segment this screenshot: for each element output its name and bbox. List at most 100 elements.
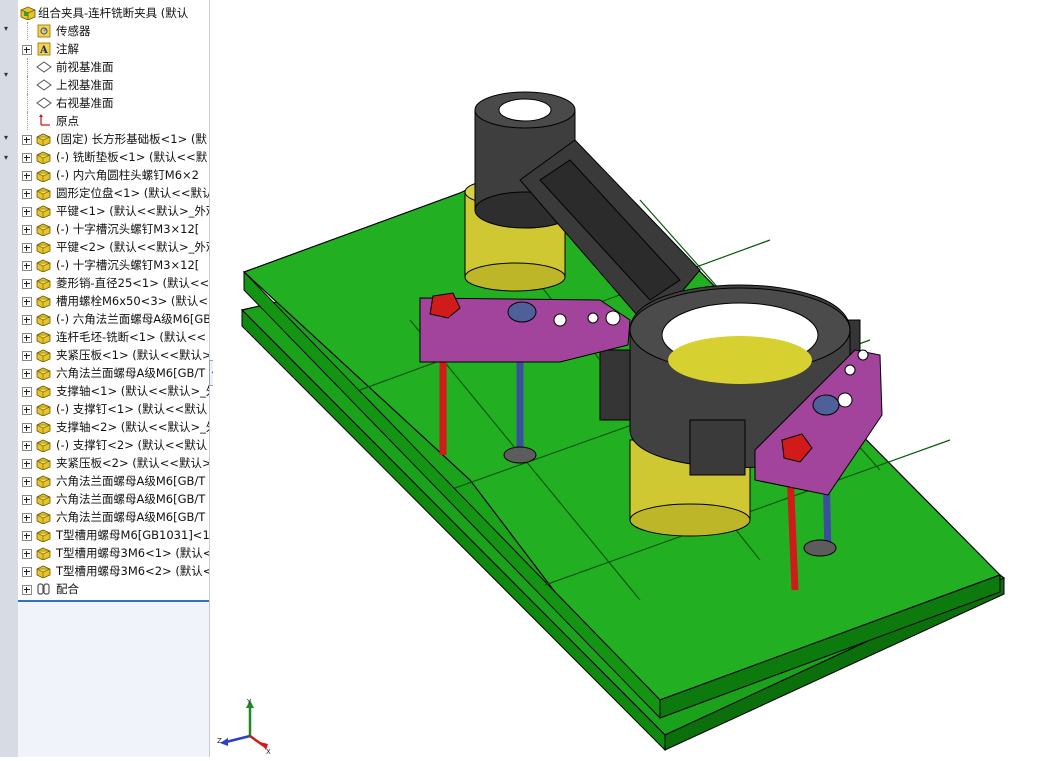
tree-item[interactable]: 右视基准面 (18, 94, 209, 112)
tree-item[interactable]: (固定) 长方形基础板<1> (默 (18, 130, 209, 148)
expand-toggle-icon[interactable] (22, 261, 32, 271)
tree-item-label: 六角法兰面螺母A级M6[GB/T (56, 366, 206, 380)
collapse-arrow-icon[interactable]: ▾ (4, 70, 14, 80)
tree-item-label: 原点 (56, 114, 79, 128)
tree-item-label: (-) 铣断垫板<1> (默认<<默 (56, 150, 208, 164)
part-icon (36, 565, 51, 578)
tree-item-label: 夹紧压板<2> (默认<<默认>_ (56, 456, 209, 470)
expand-toggle-icon[interactable] (22, 351, 32, 361)
part-icon (36, 295, 51, 308)
tree-item-label: T型槽用螺母3M6<1> (默认<< (56, 546, 209, 560)
tree-item-label: 六角法兰面螺母A级M6[GB/T (56, 510, 206, 524)
collapse-arrow-icon[interactable]: ▾ (4, 133, 14, 143)
tree-item[interactable]: (-) 十字槽沉头螺钉M3×12[ (18, 220, 209, 238)
expand-toggle-icon[interactable] (22, 495, 32, 505)
part-icon (36, 403, 51, 416)
tree-item[interactable]: A 注解 (18, 40, 209, 58)
tree-item[interactable]: (-) 六角法兰面螺母A级M6[GB (18, 310, 209, 328)
tree-item-label: 六角法兰面螺母A级M6[GB/T (56, 474, 206, 488)
expand-toggle-icon[interactable] (22, 387, 32, 397)
tree-item-label: (固定) 长方形基础板<1> (默 (56, 132, 207, 146)
tree-item[interactable]: 上视基准面 (18, 76, 209, 94)
tree-item-label: 六角法兰面螺母A级M6[GB/T (56, 492, 206, 506)
sensor-icon (37, 24, 51, 38)
tree-item[interactable]: 菱形销-直径25<1> (默认<< (18, 274, 209, 292)
feature-manager-panel: 组合夹具-连杆铣断夹具 (默认 传感器 A 注解 前视基准面 上视基准面 右视基准面原点 (… (18, 0, 210, 757)
expand-toggle-icon[interactable] (22, 405, 32, 415)
tree-item[interactable]: 六角法兰面螺母A级M6[GB/T (18, 364, 209, 382)
part-icon (36, 547, 51, 560)
tree-item[interactable]: (-) 支撑钉<1> (默认<<默认 (18, 400, 209, 418)
tree-item[interactable]: T型槽用螺母3M6<1> (默认<< (18, 544, 209, 562)
tree-item[interactable]: (-) 内六角圆柱头螺钉M6×2 (18, 166, 209, 184)
tree-item[interactable]: (-) 铣断垫板<1> (默认<<默 (18, 148, 209, 166)
tree-item[interactable]: 支撑轴<1> (默认<<默认>_外 (18, 382, 209, 400)
tree-root[interactable]: 组合夹具-连杆铣断夹具 (默认 (18, 4, 209, 22)
command-manager-strip: ▾ ▾ ▾ ▾ (0, 0, 19, 757)
plane-icon (36, 61, 52, 73)
expand-toggle-icon[interactable] (22, 531, 32, 541)
tree-item[interactable]: 六角法兰面螺母A级M6[GB/T (18, 508, 209, 526)
annotation-icon: A (37, 42, 51, 56)
expand-toggle-icon[interactable] (22, 297, 32, 307)
expand-toggle-icon[interactable] (22, 225, 32, 235)
graphics-viewport[interactable] (213, 0, 1062, 757)
expand-toggle-icon[interactable] (22, 279, 32, 289)
expand-toggle-icon[interactable] (22, 45, 32, 55)
expand-toggle-icon[interactable] (22, 369, 32, 379)
part-icon (36, 511, 51, 524)
part-icon (36, 313, 51, 326)
tree-item[interactable]: 六角法兰面螺母A级M6[GB/T (18, 490, 209, 508)
mates-icon (37, 583, 50, 595)
tree-item[interactable]: (-) 支撑钉<2> (默认<<默认 (18, 436, 209, 454)
expand-toggle-icon[interactable] (22, 243, 32, 253)
expand-toggle-icon[interactable] (22, 477, 32, 487)
expand-toggle-icon[interactable] (22, 459, 32, 469)
tree-item[interactable]: 传感器 (18, 22, 209, 40)
feature-tree: 组合夹具-连杆铣断夹具 (默认 传感器 A 注解 前视基准面 上视基准面 右视基准面原点 (… (18, 0, 209, 602)
tree-root-label: 组合夹具-连杆铣断夹具 (默认 (38, 6, 189, 20)
tree-item[interactable]: 槽用螺栓M6x50<3> (默认<< (18, 292, 209, 310)
tree-item[interactable]: T型槽用螺母3M6<2> (默认<< (18, 562, 209, 580)
tree-item[interactable]: 连杆毛坯-铣断<1> (默认<< (18, 328, 209, 346)
tree-item[interactable]: 前视基准面 (18, 58, 209, 76)
tree-item[interactable]: 夹紧压板<1> (默认<<默认>_ (18, 346, 209, 364)
expand-toggle-icon[interactable] (22, 189, 32, 199)
tree-item[interactable]: 六角法兰面螺母A级M6[GB/T (18, 472, 209, 490)
expand-toggle-icon[interactable] (22, 207, 32, 217)
part-icon (36, 259, 51, 272)
tree-item[interactable]: 支撑轴<2> (默认<<默认>_外 (18, 418, 209, 436)
expand-toggle-icon[interactable] (22, 549, 32, 559)
expand-toggle-icon[interactable] (22, 171, 32, 181)
expand-toggle-icon[interactable] (22, 315, 32, 325)
tree-item[interactable]: 平键<2> (默认<<默认>_外观 (18, 238, 209, 256)
tree-item-label: T型槽用螺母3M6<2> (默认<< (56, 564, 209, 578)
part-icon (36, 367, 51, 380)
part-icon (36, 331, 51, 344)
part-icon (36, 133, 51, 146)
expand-toggle-icon[interactable] (22, 153, 32, 163)
collapse-arrow-icon[interactable]: ▾ (4, 24, 14, 34)
tree-item[interactable]: (-) 十字槽沉头螺钉M3×12[ (18, 256, 209, 274)
tree-item-label: 槽用螺栓M6x50<3> (默认<< (56, 294, 209, 308)
tree-item[interactable]: 原点 (18, 112, 209, 130)
tree-item[interactable]: 配合 (18, 580, 209, 598)
part-icon (36, 421, 51, 434)
expand-toggle-icon[interactable] (22, 423, 32, 433)
expand-toggle-icon[interactable] (22, 441, 32, 451)
tree-item-label: (-) 六角法兰面螺母A级M6[GB (56, 312, 209, 326)
tree-connector (27, 76, 28, 94)
expand-toggle-icon[interactable] (22, 513, 32, 523)
tree-item[interactable]: 平键<1> (默认<<默认>_外观 (18, 202, 209, 220)
svg-text:A: A (39, 45, 48, 56)
expand-toggle-icon[interactable] (22, 333, 32, 343)
expand-toggle-icon[interactable] (22, 585, 32, 595)
tree-item[interactable]: T型槽用螺母M6[GB1031]<14> (18, 526, 209, 544)
collapse-arrow-icon[interactable]: ▾ (4, 153, 14, 163)
tree-item-label: 菱形销-直径25<1> (默认<< (56, 276, 209, 290)
tree-item[interactable]: 夹紧压板<2> (默认<<默认>_ (18, 454, 209, 472)
expand-toggle-icon[interactable] (22, 567, 32, 577)
origin-icon (39, 114, 50, 126)
expand-toggle-icon[interactable] (22, 135, 32, 145)
tree-item[interactable]: 圆形定位盘<1> (默认<<默认 (18, 184, 209, 202)
